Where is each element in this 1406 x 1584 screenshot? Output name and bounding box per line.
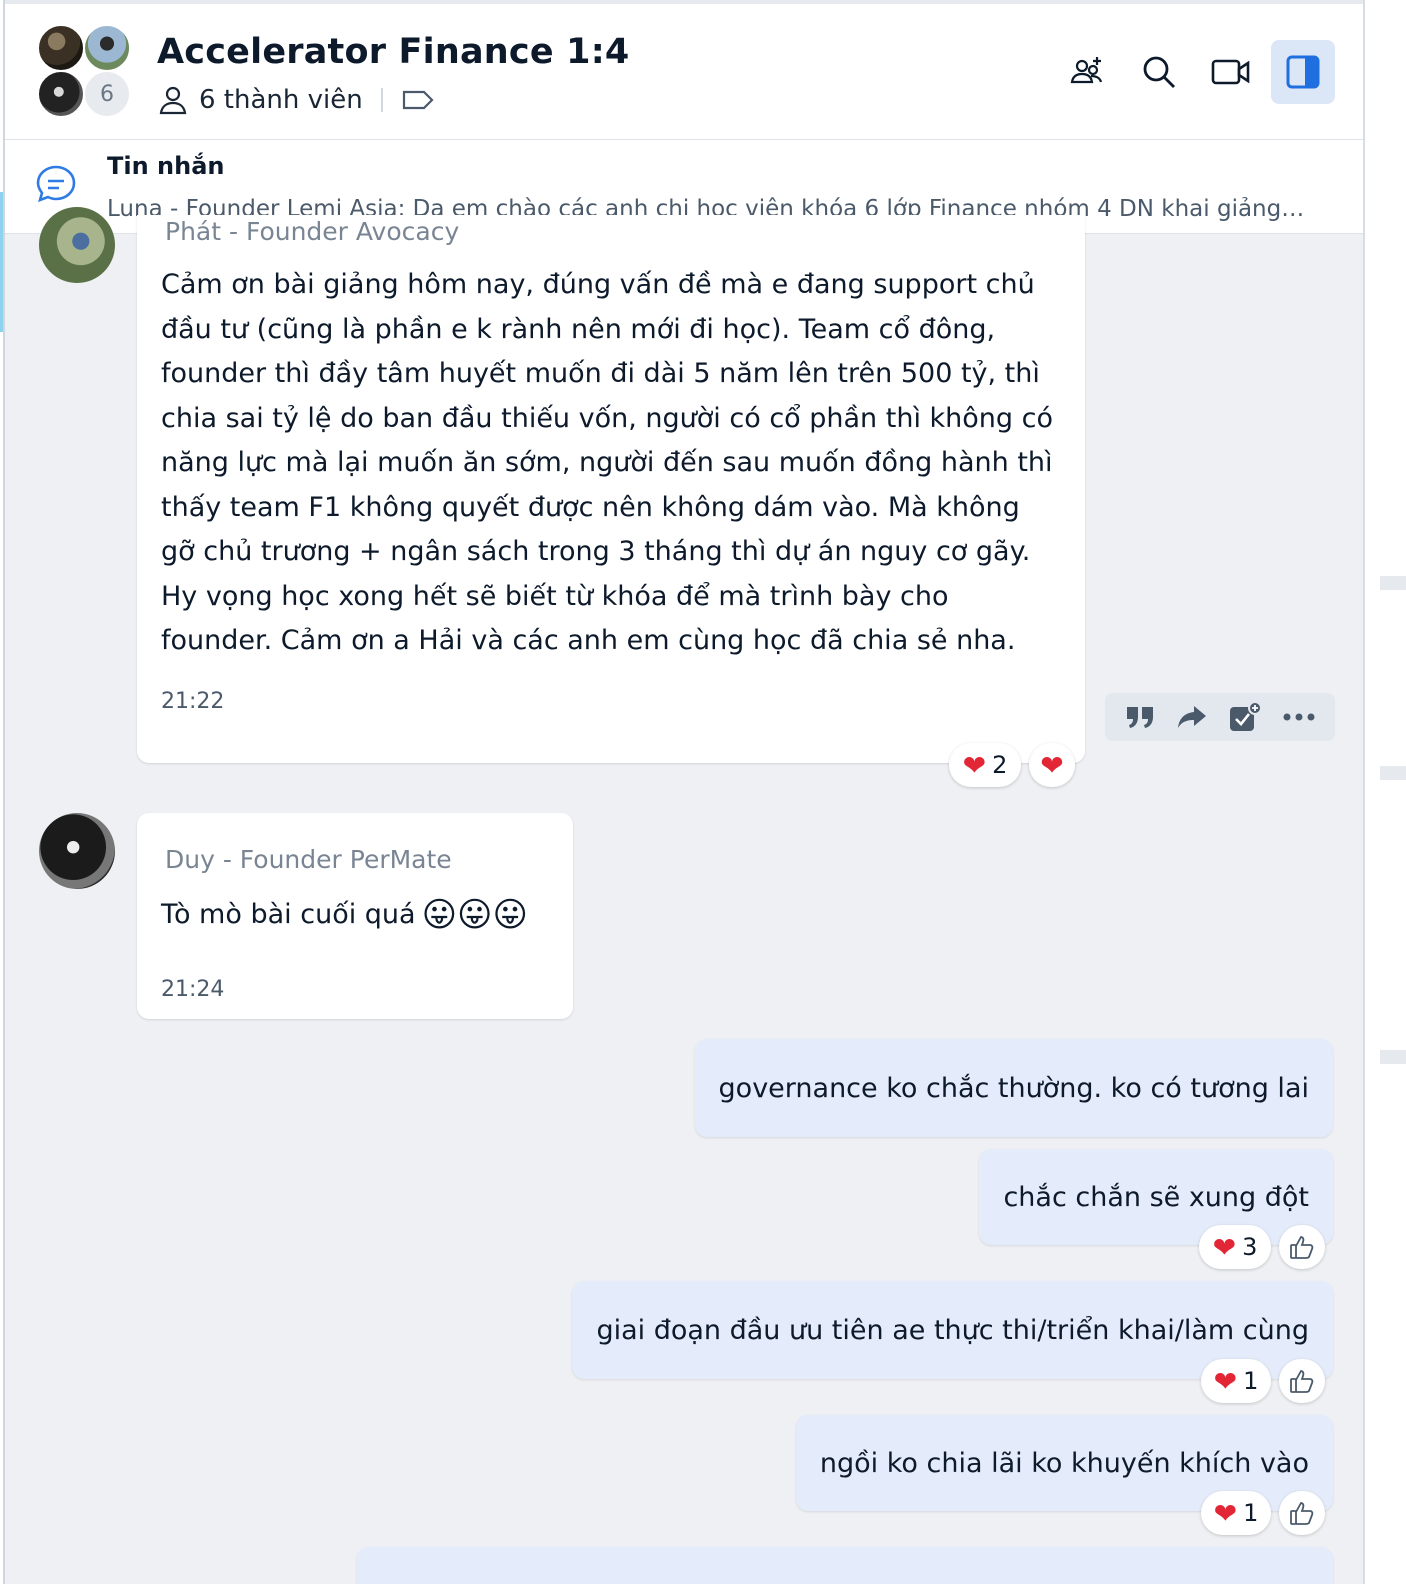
message-bubble[interactable]: Phát - Founder Avocacy Cảm ơn bài giảng … — [137, 215, 1085, 763]
side-panel-button[interactable] — [1271, 40, 1335, 104]
message-text: Cảm ơn bài giảng hôm nay, đúng vấn đề mà… — [161, 269, 1054, 656]
quote-icon[interactable] — [1125, 703, 1155, 731]
tag-icon[interactable] — [401, 87, 435, 113]
reaction-summary[interactable]: ❤ 3 — [1199, 1225, 1271, 1269]
scroll-marker — [1380, 766, 1406, 780]
thumbs-up-icon — [1290, 1502, 1314, 1525]
pinned-title: Tin nhắn — [107, 152, 225, 180]
side-panel-icon — [1286, 55, 1320, 89]
message-text: ngồi ko chia lãi ko khuyến khích vào — [819, 1447, 1309, 1479]
members-row: 6 thành viên — [157, 84, 445, 116]
member-avatar — [37, 24, 85, 72]
like-react-button[interactable] — [1279, 1225, 1325, 1269]
member-avatar — [83, 24, 131, 72]
chat-title: Accelerator Finance 1:4 — [157, 32, 630, 72]
thumbs-up-icon — [1290, 1370, 1314, 1393]
search-button[interactable] — [1127, 40, 1191, 104]
message-time: 21:22 — [161, 689, 225, 714]
thumbs-up-icon — [1290, 1236, 1314, 1259]
search-icon — [1143, 56, 1175, 88]
right-edge-strip — [1378, 0, 1406, 1584]
reaction-summary[interactable]: ❤ 1 — [1201, 1491, 1271, 1535]
heart-icon: ❤ — [962, 748, 987, 782]
heart-icon: ❤ — [1212, 1230, 1237, 1264]
add-member-button[interactable] — [1055, 40, 1119, 104]
heart-icon: ❤ — [1213, 1364, 1238, 1398]
members-label[interactable]: 6 thành viên — [199, 85, 363, 115]
group-avatar[interactable]: 6 — [37, 24, 133, 120]
heart-react-button[interactable]: ❤ — [1029, 743, 1075, 787]
like-react-button[interactable] — [1279, 1491, 1325, 1535]
sender-name: Phát - Founder Avocacy — [165, 217, 460, 246]
emoji: 😛😛😛 — [421, 895, 528, 935]
divider — [380, 88, 383, 112]
user-icon — [159, 86, 187, 115]
reaction-summary[interactable]: ❤ 2 — [949, 743, 1021, 787]
reaction-count: 2 — [992, 751, 1008, 779]
chat-header: 6 Accelerator Finance 1:4 6 thành viên — [5, 4, 1363, 140]
reaction-count: 1 — [1243, 1367, 1259, 1395]
like-react-button[interactable] — [1279, 1359, 1325, 1403]
reaction-count: 1 — [1243, 1499, 1259, 1527]
message-bubble[interactable]: Duy - Founder PerMate Tò mò bài cuối quá… — [137, 813, 573, 1019]
message-text: governance ko chắc thường. ko có tương l… — [718, 1072, 1309, 1104]
scroll-marker — [1380, 1050, 1406, 1064]
avatar[interactable] — [39, 207, 115, 283]
video-call-icon — [1211, 59, 1250, 85]
outgoing-message[interactable]: chắc chắn sẽ xung đột — [979, 1149, 1333, 1245]
chat-window: 6 Accelerator Finance 1:4 6 thành viên T… — [3, 0, 1365, 1584]
reaction-summary[interactable]: ❤ 1 — [1201, 1359, 1271, 1403]
forward-icon[interactable] — [1176, 704, 1208, 730]
scroll-marker — [1380, 576, 1406, 590]
heart-icon: ❤ — [1040, 748, 1064, 782]
outgoing-message-partial[interactable] — [357, 1547, 1333, 1584]
reaction-count: 3 — [1242, 1233, 1258, 1261]
header-actions — [1055, 40, 1335, 104]
add-task-icon[interactable] — [1228, 701, 1263, 733]
message-time: 21:24 — [161, 977, 225, 1002]
video-call-button[interactable] — [1199, 40, 1263, 104]
heart-icon: ❤ — [1213, 1496, 1238, 1530]
message-text: Tò mò bài cuối quá — [161, 899, 416, 930]
message-text: chắc chắn sẽ xung đột — [1003, 1181, 1309, 1213]
message-toolbar — [1105, 693, 1335, 741]
message-list: Phát - Founder Avocacy Cảm ơn bài giảng … — [5, 207, 1363, 1584]
add-member-icon — [1070, 57, 1103, 84]
message-text-row: Tò mò bài cuối quá 😛😛😛 — [161, 893, 561, 938]
message-text: giai đoạn đầu ưu tiên ae thực thi/triển … — [596, 1314, 1309, 1346]
member-avatar — [37, 70, 85, 118]
sender-name: Duy - Founder PerMate — [165, 845, 452, 874]
member-count-badge: 6 — [83, 70, 131, 118]
avatar[interactable] — [39, 813, 115, 889]
message-bubble-icon — [36, 165, 76, 203]
outgoing-message[interactable]: governance ko chắc thường. ko có tương l… — [694, 1039, 1333, 1137]
more-icon[interactable] — [1283, 712, 1315, 722]
